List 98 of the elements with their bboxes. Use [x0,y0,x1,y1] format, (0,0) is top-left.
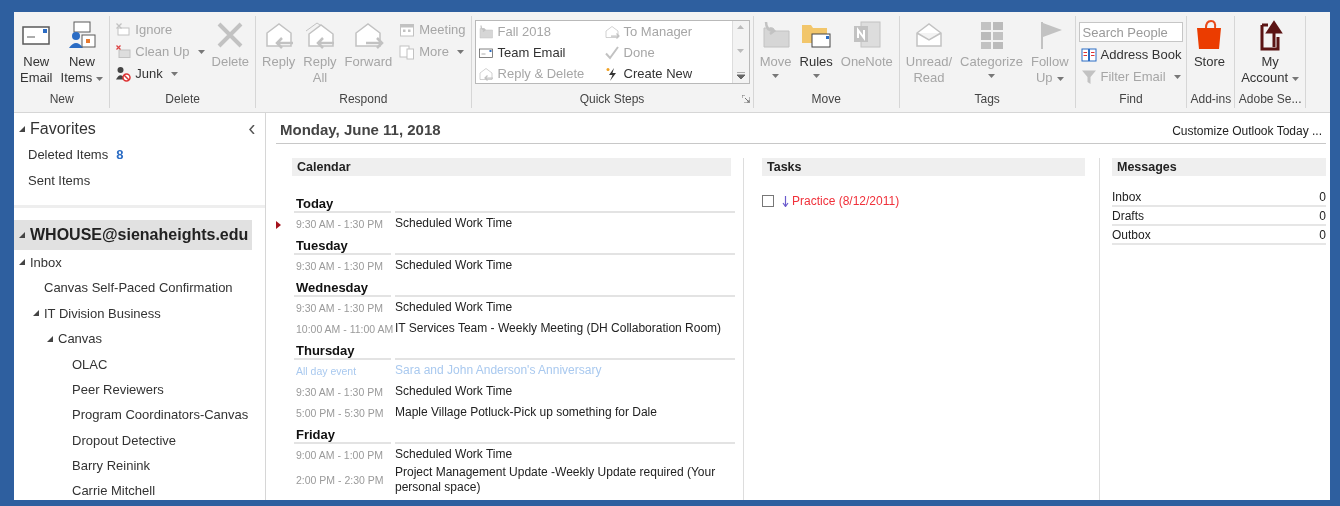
dialog-launcher-icon[interactable] [741,95,750,103]
ribbon-button[interactable]: New Items [57,18,107,87]
folder-item[interactable]: Barry Reinink [72,458,151,474]
day-heading: Friday [294,427,391,444]
filter-icon [1080,68,1097,85]
ribbon-button[interactable]: My Account [1238,18,1303,87]
task-checkbox[interactable] [762,195,774,207]
collapse-triangle-icon[interactable] [18,230,26,239]
event-time: 9:30 AM - 1:30 PM [295,259,384,272]
ribbon-button[interactable]: Address Book [1078,45,1184,64]
event-time: 9:30 AM - 1:30 PM [295,217,384,230]
event-title[interactable]: Scheduled Work Time [395,447,735,462]
event-title[interactable]: Scheduled Work Time [395,300,735,315]
group-label: Adobe Se... [1238,92,1302,106]
day-heading: Thursday [294,343,391,360]
collapse-triangle-icon[interactable] [18,125,26,133]
task-title[interactable]: Practice (8/12/2011) [792,194,900,208]
envelope-arrow-right-icon [603,23,620,40]
caret-icon [772,74,780,78]
event-title[interactable]: Scheduled Work Time [395,216,735,231]
group-label: Delete [165,92,201,106]
group-label: Move [811,92,841,106]
message-folder-link[interactable]: Outbox [1112,227,1151,242]
search-field[interactable]: Search People [1078,22,1183,42]
event-time: All day event [295,364,358,377]
caret-icon [812,74,820,78]
event-time: 9:30 AM - 1:30 PM [295,385,384,398]
group-label: Add-ins [1190,92,1232,106]
folder-item[interactable]: Deleted Items [28,147,109,163]
unread-count: 8 [116,147,124,163]
event-time: 9:30 AM - 1:30 PM [295,301,384,314]
folder-item[interactable]: Canvas Self-Paced Confirmation [44,280,233,296]
folder-item[interactable]: Program Coordinators-Canvas [72,407,249,423]
tasks-header: Tasks [762,158,1085,176]
day-heading: Tuesday [294,238,391,255]
folder-item[interactable]: Peer Reviewers [72,381,164,397]
message-count: 0 [1319,189,1326,204]
quick-step[interactable]: Team Email [477,42,604,63]
envelope-x-icon [115,21,132,38]
event-title[interactable]: Scheduled Work Time [395,258,735,273]
caret-icon [1173,74,1181,79]
caret-icon [170,71,178,76]
group-label: Find [1119,92,1143,106]
caret-icon [1056,76,1064,81]
day-heading: Wednesday [294,280,391,297]
event-time: 5:00 PM - 5:30 PM [295,406,385,419]
message-count: 0 [1319,227,1326,242]
caret-icon [197,49,205,54]
ribbon-button[interactable]: Store [1190,18,1229,71]
folder-item[interactable]: Carrie Mitchell [72,483,156,499]
collapse-triangle-icon[interactable] [46,334,54,343]
event-title[interactable]: Project Management Update -Weekly Update required (Your personal space) [395,465,735,495]
event-time: 9:00 AM - 1:00 PM [295,448,384,461]
calendar-header: Calendar [292,158,731,176]
checkmark-icon [603,44,620,61]
caret-icon [96,76,104,81]
group-label: Quick Steps [579,92,645,106]
down-arrow-icon [782,195,789,207]
expand-gallery-icon[interactable] [736,72,745,79]
devices-icon [399,43,416,60]
messages-header: Messages [1112,158,1326,176]
group-label: New [49,92,74,106]
caret-icon [1292,76,1300,81]
event-title[interactable]: IT Services Team - Weekly Meeting (DH Collaboration Room) [395,321,735,336]
book-icon [1080,46,1097,63]
day-heading: Today [294,196,391,213]
favorites-header[interactable]: Favorites [30,120,96,138]
collapse-triangle-icon[interactable] [18,258,26,267]
folder-item[interactable]: Sent Items [28,172,91,188]
chevron-left-icon[interactable] [249,124,255,134]
date-heading: Monday, June 11, 2018 [279,121,441,138]
ribbon-button[interactable]: New Email [17,18,56,87]
message-folder-link[interactable]: Inbox [1112,189,1142,204]
folder-item[interactable]: Dropout Detective [72,432,177,448]
ribbon-button[interactable]: Junk [113,64,207,83]
caret-icon [988,74,995,78]
folder-item[interactable]: Inbox [30,254,62,270]
calendar-icon [399,21,416,38]
folder-item[interactable]: Canvas [58,331,103,347]
customize-link[interactable]: Customize Outlook Today ... [1172,124,1326,138]
folder-item[interactable]: OLAC [72,356,108,372]
folder-arrow-icon [477,23,494,40]
envelope-stack-icon [115,43,132,60]
collapse-triangle-icon[interactable] [32,309,40,318]
quick-step[interactable]: Create New [603,63,730,84]
person-block-icon [115,65,132,82]
message-count: 0 [1319,208,1326,223]
caret-icon [456,49,464,54]
event-title[interactable]: Maple Village Potluck-Pick up something for Dale [395,405,735,420]
account-item[interactable]: WHOUSE@sienaheights.edu [14,219,253,250]
event-time: 10:00 AM - 11:00 AM [295,322,391,335]
message-folder-link[interactable]: Drafts [1112,208,1144,223]
event-time: 2:00 PM - 2:30 PM [295,474,385,486]
folder-item[interactable]: IT Division Business [44,305,161,321]
event-title[interactable]: Scheduled Work Time [395,384,735,399]
group-label: Tags [974,92,1000,106]
group-label: Respond [339,92,388,106]
ribbon-button[interactable]: Rules [796,18,836,79]
